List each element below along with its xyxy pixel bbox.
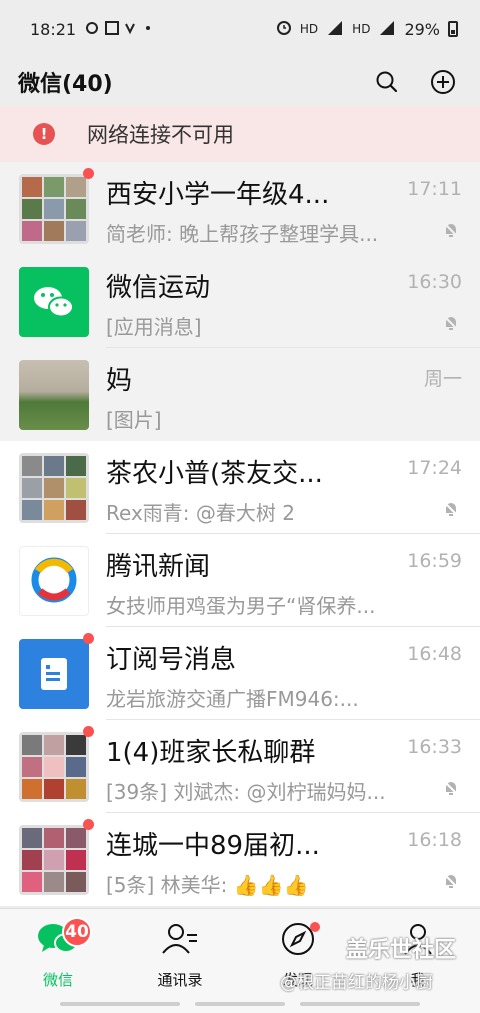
wechat-sport-avatar [19, 267, 89, 337]
mute-bell-icon [443, 315, 459, 331]
group-avatar [19, 825, 89, 895]
signal-icon [326, 19, 344, 39]
chat-preview: [5条] 林美华: 👍👍👍 [106, 873, 309, 897]
chat-item[interactable]: 1(4)班家长私聊群 16:33 [39条] 刘斌杰: @刘柠瑞妈妈... [0, 720, 480, 813]
chat-list: 西安小学一年级4... 17:11 简老师: 晚上帮孩子整理学具... 微信运动… [0, 162, 480, 906]
chat-time: 16:59 [407, 550, 462, 572]
chat-preview: 简老师: 晚上帮孩子整理学具... [106, 222, 379, 246]
chat-time: 周一 [423, 368, 462, 390]
nav-gesture-bar[interactable] [195, 1002, 285, 1006]
chat-time: 17:11 [407, 178, 462, 200]
watermark-line2: @根正苗红的杨小厨 [280, 973, 433, 993]
alarm-icon [276, 19, 292, 39]
network-type-1: HD [299, 22, 319, 36]
chat-name: 1(4)班家长私聊群 [106, 738, 316, 768]
chat-time: 16:48 [407, 643, 462, 665]
chat-name: 订阅号消息 [106, 645, 237, 675]
chat-name: 妈 [106, 366, 133, 396]
photo-avatar [19, 360, 89, 430]
mute-bell-icon [443, 222, 459, 238]
wechat-logo-icon [34, 287, 74, 318]
tencent-news-logo-icon [31, 557, 77, 603]
chat-item[interactable]: 茶农小普(茶友交... 17:24 Rex雨青: @春大树 2 [0, 441, 480, 534]
chat-time: 16:30 [407, 271, 462, 293]
network-type-2: HD [352, 22, 371, 36]
chat-item[interactable]: 订阅号消息 16:48 龙岩旅游交通广播FM946:... [0, 627, 480, 720]
contacts-icon [162, 924, 197, 954]
unread-dot [83, 726, 94, 737]
subscription-avatar [19, 639, 89, 709]
network-unavailable-banner[interactable]: ! 网络连接不可用 [0, 106, 480, 162]
mute-bell-icon [443, 873, 459, 889]
battery-icon [448, 21, 458, 37]
notification-icons [86, 20, 156, 39]
mute-bell-icon [443, 780, 459, 796]
app-header: 微信(40) [0, 58, 480, 106]
status-bar: 18:21 HD HD 29% [0, 0, 480, 58]
nav-gesture-bar[interactable] [300, 1002, 420, 1006]
unread-dot [83, 819, 94, 830]
watermark-line1: 盖乐世社区 [346, 938, 457, 963]
watermark: 盖乐世社区 @根正苗红的杨小厨 [280, 932, 480, 993]
chat-time: 16:18 [407, 829, 462, 851]
tencent-news-avatar [19, 546, 89, 616]
chat-name: 连城一中89届初... [106, 831, 320, 861]
chat-name: 西安小学一年级4... [106, 180, 330, 210]
discover-dot [310, 922, 320, 932]
tab-label: 通讯录 [157, 971, 203, 989]
chat-time: 16:33 [407, 736, 462, 758]
plus-circle-icon [431, 70, 455, 94]
unread-count-badge: 40 [62, 917, 92, 947]
chat-name: 腾讯新闻 [106, 552, 211, 582]
chat-preview: [图片] [106, 408, 162, 432]
group-avatar [19, 453, 89, 523]
chat-item[interactable]: 西安小学一年级4... 17:11 简老师: 晚上帮孩子整理学具... [0, 162, 480, 255]
chat-preview: 女技师用鸡蛋为男子“肾保养... [106, 594, 376, 618]
unread-dot [83, 633, 94, 644]
search-icon [376, 71, 398, 93]
signal-icon-2 [378, 19, 396, 39]
tab-contacts[interactable]: 通讯录 [140, 919, 220, 990]
mute-bell-icon [443, 501, 459, 517]
chat-preview: [39条] 刘斌杰: @刘柠瑞妈妈... [106, 780, 386, 804]
status-time: 18:21 [30, 19, 77, 39]
chat-preview: Rex雨青: @春大树 2 [106, 501, 295, 525]
chat-item[interactable]: 腾讯新闻 16:59 女技师用鸡蛋为男子“肾保养... [0, 534, 480, 627]
network-banner-text: 网络连接不可用 [87, 123, 234, 147]
page-title: 微信(40) [18, 72, 113, 97]
chat-time: 17:24 [407, 457, 462, 479]
tab-chats[interactable]: 40 微信 [18, 917, 98, 990]
nav-gesture-bar[interactable] [60, 1002, 180, 1006]
chat-item[interactable]: 微信运动 16:30 [应用消息] [0, 255, 480, 348]
tab-label: 微信 [42, 971, 73, 989]
unread-dot [83, 168, 94, 179]
chat-preview: [应用消息] [106, 315, 202, 339]
chat-item[interactable]: 妈 周一 [图片] [0, 348, 480, 441]
group-avatar [19, 174, 89, 244]
add-button[interactable] [426, 65, 460, 99]
chat-name: 微信运动 [106, 273, 211, 303]
group-avatar [19, 732, 89, 802]
search-button[interactable] [370, 65, 404, 99]
chat-item[interactable]: 连城一中89届初... 16:18 [5条] 林美华: 👍👍👍 [0, 813, 480, 906]
chat-name: 茶农小普(茶友交... [106, 459, 323, 489]
chat-preview: 龙岩旅游交通广播FM946:... [106, 687, 359, 711]
warning-icon: ! [33, 123, 55, 145]
battery-percent: 29% [404, 19, 440, 39]
document-icon [41, 658, 67, 690]
